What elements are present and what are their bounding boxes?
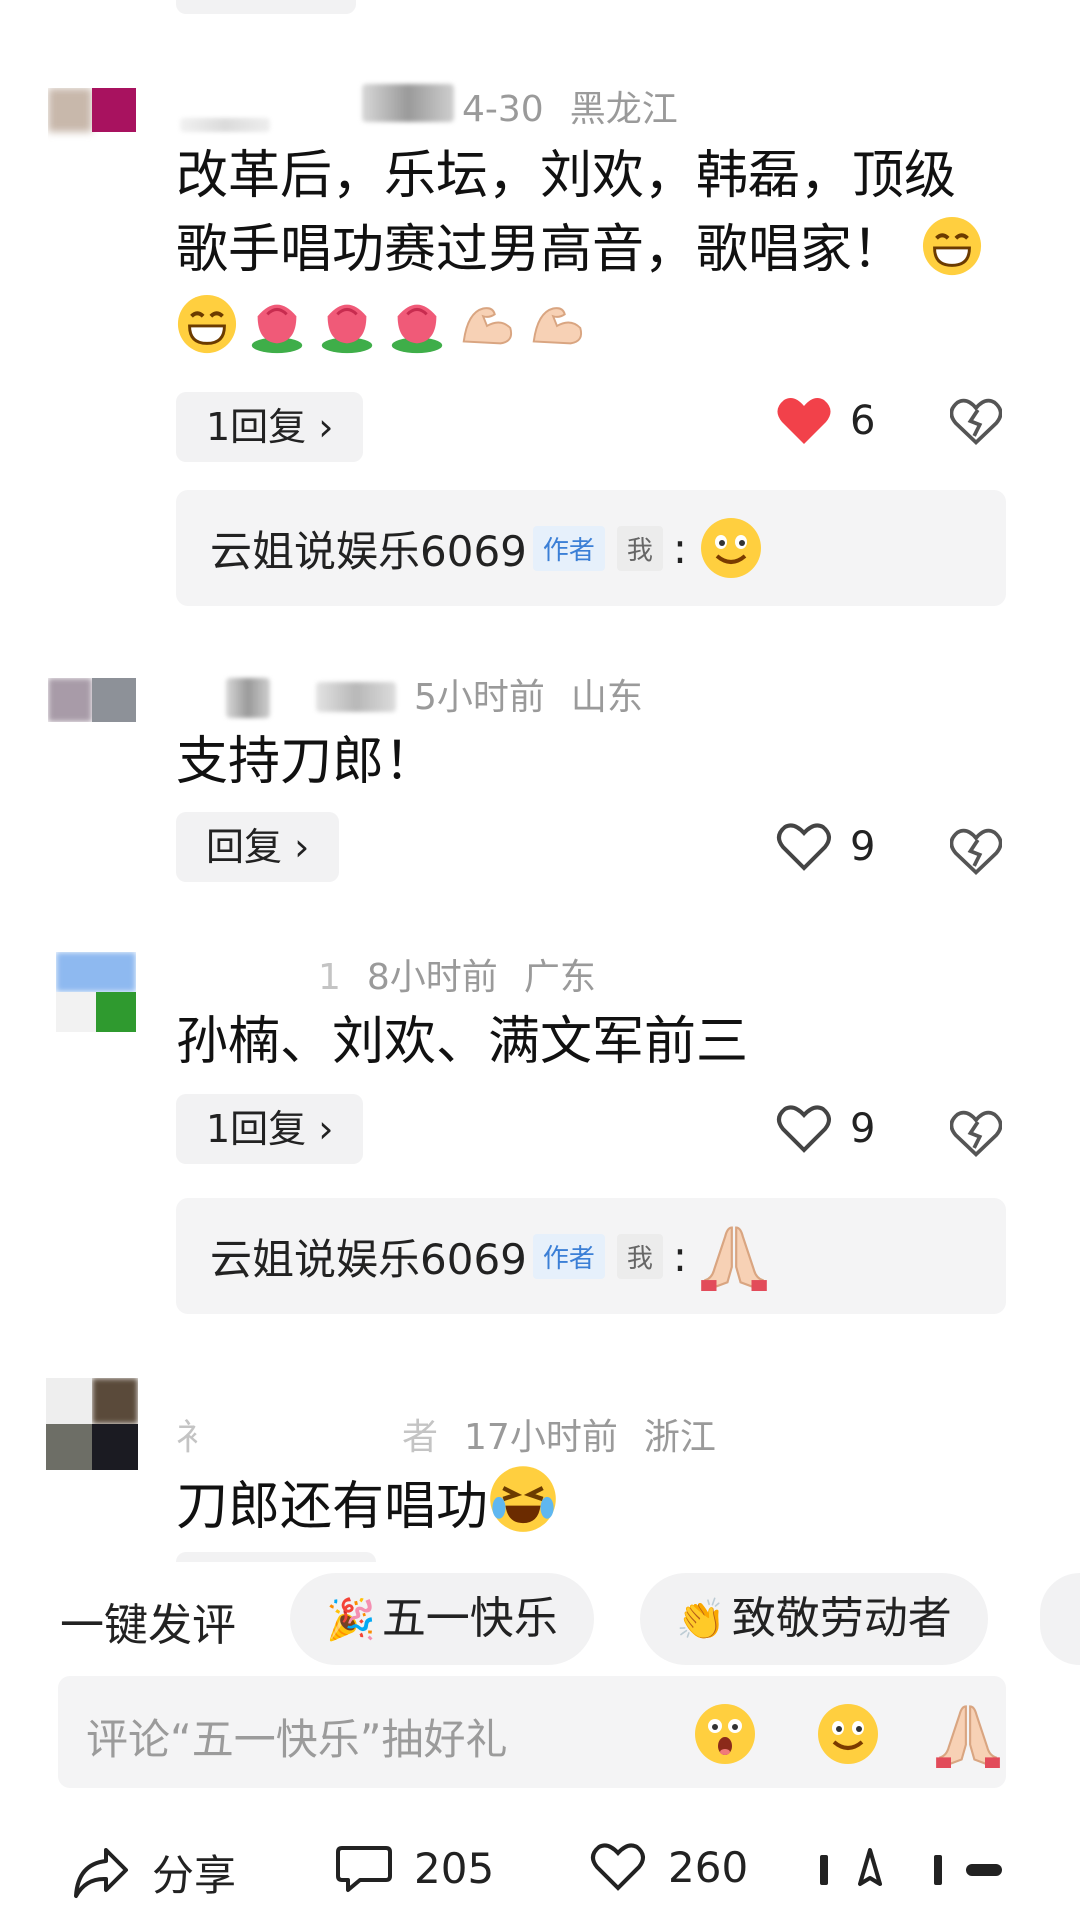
me-badge: 我 [616, 1233, 663, 1279]
username-redacted[interactable] [180, 118, 270, 132]
avatar[interactable] [56, 952, 136, 1032]
share-icon [74, 1847, 128, 1898]
comment-date: 17小时前 [464, 1417, 618, 1458]
grin-emoji-icon [922, 216, 981, 276]
like-count: 9 [850, 1106, 876, 1152]
nav-bar-segment [934, 1855, 942, 1885]
comment-location: 黑龙江 [569, 89, 678, 130]
laughing-tears-emoji-icon [490, 1466, 556, 1532]
smile-emoji-icon [701, 518, 762, 578]
heart-outline-icon [591, 1843, 645, 1891]
surprised-emoji-icon[interactable] [693, 1702, 757, 1766]
comment-input[interactable]: 评论“五一快乐”抽好礼 [58, 1676, 1006, 1788]
pen-icon[interactable] [852, 1848, 888, 1892]
quick-comment-chip-partial[interactable] [1040, 1573, 1080, 1665]
author-reply[interactable]: 云姐说娱乐6069 作者 我 : [176, 490, 1006, 606]
reply-author-name[interactable]: 云姐说娱乐6069 [210, 1226, 527, 1287]
bottom-action-bar: 分享 205 260 [0, 1830, 1080, 1920]
author-badge: 作者 [532, 1233, 605, 1279]
comment-text: 歌手唱功赛过男高音，歌唱家！ [176, 212, 991, 288]
comment-date: 4-30 [462, 89, 544, 130]
me-badge: 我 [616, 525, 663, 571]
username-fragment[interactable]: 衤 [176, 1417, 212, 1458]
rose-emoji-icon [391, 304, 443, 354]
comment-text: 改革后，乐坛，刘欢，韩磊，顶级 [176, 146, 957, 206]
heart-outline-icon [777, 823, 831, 871]
comment-meta: 4-30 黑龙江 [462, 80, 704, 132]
comments-count: 205 [414, 1843, 495, 1893]
comment-date: 8小时前 [366, 957, 498, 998]
nav-bar-segment [966, 1864, 1002, 1876]
comment-meta: 衤 者 17小时前 浙江 [176, 1408, 742, 1460]
comment-date: 5小时前 [414, 677, 545, 718]
folded-hands-emoji-icon[interactable] [934, 1700, 1002, 1768]
view-replies-button[interactable]: 1回复 › [176, 392, 364, 462]
author-reply[interactable]: 云姐说娱乐6069 作者 我 : [176, 1198, 1006, 1314]
username-redacted[interactable] [316, 682, 396, 712]
flexed-biceps-emoji-icon [462, 307, 513, 345]
comment-meta: 1 8小时前 广东 [318, 948, 622, 1000]
reply-colon: : [672, 523, 688, 573]
comment-meta: 5小时前 山东 [414, 668, 669, 720]
username-fragment[interactable]: 1 [318, 957, 341, 998]
heart-outline-icon [777, 1105, 831, 1153]
rose-emoji-icon [321, 304, 373, 354]
comment-location: 浙江 [643, 1417, 716, 1458]
reply-button[interactable]: 回复 › [176, 812, 340, 882]
nav-bar-segment [820, 1855, 828, 1885]
comment-input-placeholder: 评论“五一快乐”抽好礼 [86, 1715, 508, 1764]
grin-emoji-icon [177, 294, 237, 354]
quick-comment-label: 一键发评 [60, 1600, 236, 1651]
reply-colon: : [672, 1231, 688, 1281]
flexed-biceps-emoji-icon [532, 307, 583, 345]
smile-emoji-icon[interactable] [816, 1702, 880, 1766]
avatar[interactable] [48, 88, 136, 148]
comment-text: 孙楠、刘欢、满文军前三 [176, 1012, 749, 1072]
like-button[interactable]: 6 [776, 396, 875, 446]
comment-emoji-row [176, 290, 596, 366]
quick-comment-row: 一键发评 🎉 五一快乐 👏 致敬劳动者 [0, 1565, 1080, 1665]
quick-comment-chip-laodong[interactable]: 👏 致敬劳动者 [640, 1573, 988, 1665]
next-reply-button-edge[interactable] [176, 1552, 376, 1562]
rose-emoji-icon [251, 304, 303, 354]
broken-heart-icon[interactable] [950, 1110, 1002, 1158]
username-redacted[interactable] [226, 678, 270, 718]
party-popper-icon: 🎉 [326, 1597, 376, 1643]
like-button[interactable]: 9 [776, 822, 875, 872]
comment-text: 支持刀郎！ [176, 732, 437, 792]
quick-comment-chip-wuyi[interactable]: 🎉 五一快乐 [290, 1573, 594, 1665]
previous-reply-button-edge[interactable] [176, 0, 356, 14]
reply-author-name[interactable]: 云姐说娱乐6069 [210, 518, 527, 579]
like-button[interactable]: 9 [776, 1104, 875, 1154]
share-label: 分享 [152, 1851, 237, 1900]
like-post-button[interactable]: 260 [590, 1842, 748, 1892]
share-button[interactable]: 分享 [72, 1842, 236, 1903]
username-fragment[interactable]: 者 [402, 1417, 438, 1458]
comment-bubble-icon [336, 1846, 392, 1892]
comment-location: 山东 [570, 677, 643, 718]
post-likes-count: 260 [668, 1842, 749, 1892]
comment-text: 刀郎还有唱功 [176, 1464, 566, 1545]
comments-button[interactable]: 205 [336, 1842, 494, 1894]
username-redacted[interactable] [362, 84, 454, 122]
heart-filled-icon [777, 398, 831, 444]
like-count: 6 [850, 398, 876, 444]
comment-location: 广东 [523, 957, 596, 998]
author-badge: 作者 [532, 525, 605, 571]
view-replies-button[interactable]: 1回复 › [176, 1094, 364, 1164]
avatar[interactable] [48, 678, 136, 722]
folded-hands-emoji-icon [701, 1226, 767, 1291]
broken-heart-icon[interactable] [950, 398, 1002, 446]
avatar[interactable] [46, 1378, 138, 1470]
like-count: 9 [850, 824, 876, 870]
broken-heart-icon[interactable] [950, 828, 1002, 876]
clapping-hands-icon: 👏 [676, 1597, 726, 1643]
system-nav-overlay [820, 1848, 1002, 1892]
